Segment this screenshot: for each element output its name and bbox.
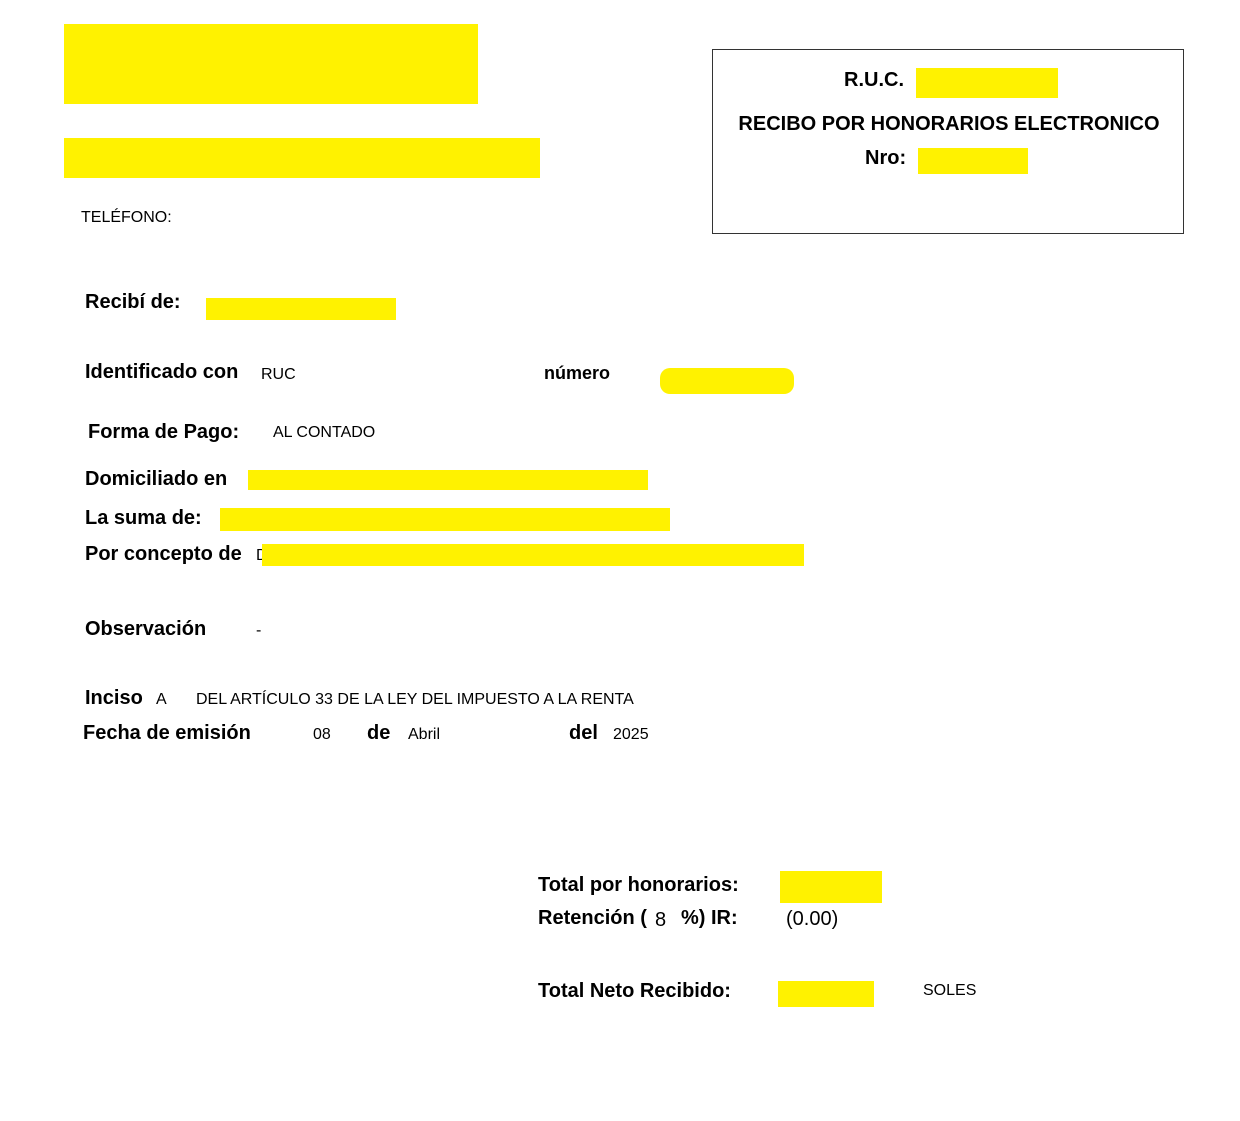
telefono-label: TELÉFONO: bbox=[81, 209, 172, 226]
retencion-label-post: %) IR: bbox=[681, 907, 738, 929]
fecha-year: 2025 bbox=[613, 726, 649, 743]
concepto-redaction bbox=[262, 544, 804, 566]
total-honorarios-redaction bbox=[780, 871, 882, 903]
concepto-label: Por concepto de bbox=[85, 543, 242, 565]
suma-label: La suma de: bbox=[85, 507, 202, 529]
total-honorarios-label: Total por honorarios: bbox=[538, 874, 739, 896]
numero-redaction bbox=[660, 368, 794, 394]
identificado-label: Identificado con bbox=[85, 361, 239, 383]
fecha-de-label: de bbox=[367, 722, 391, 744]
fecha-del-label: del bbox=[569, 722, 598, 744]
recibi-redaction bbox=[206, 298, 396, 320]
nro-label: Nro: bbox=[865, 147, 907, 169]
nro-redaction bbox=[918, 148, 1028, 174]
identificado-value: RUC bbox=[261, 366, 296, 383]
retencion-value: (0.00) bbox=[786, 908, 839, 930]
suma-redaction bbox=[220, 508, 670, 531]
retencion-pct: 8 bbox=[655, 909, 667, 931]
issuer-address-redaction bbox=[64, 138, 540, 178]
inciso-value: A bbox=[156, 691, 167, 708]
ruc-label: R.U.C. bbox=[844, 69, 904, 91]
observacion-label: Observación bbox=[85, 618, 207, 640]
observacion-value: - bbox=[256, 622, 262, 639]
recibi-label: Recibí de: bbox=[85, 291, 181, 313]
domiciliado-label: Domiciliado en bbox=[85, 468, 228, 490]
fecha-month: Abril bbox=[408, 726, 441, 743]
issuer-name-redaction bbox=[64, 24, 478, 104]
ruc-number-redaction bbox=[916, 68, 1058, 98]
forma-pago-label: Forma de Pago: bbox=[88, 421, 240, 443]
total-neto-label: Total Neto Recibido: bbox=[538, 980, 731, 1002]
total-neto-redaction bbox=[778, 981, 874, 1007]
fecha-label: Fecha de emisión bbox=[83, 722, 251, 744]
receipt-title: RECIBO POR HONORARIOS ELECTRONICO bbox=[738, 113, 1160, 135]
domiciliado-redaction bbox=[248, 470, 648, 490]
fecha-day: 08 bbox=[313, 726, 331, 743]
retencion-label-pre: Retención ( bbox=[538, 907, 647, 929]
forma-pago-value: AL CONTADO bbox=[273, 424, 376, 441]
numero-label: número bbox=[544, 363, 611, 383]
inciso-label: Inciso bbox=[85, 687, 143, 709]
currency-label: SOLES bbox=[923, 982, 977, 999]
inciso-text: DEL ARTÍCULO 33 DE LA LEY DEL IMPUESTO A… bbox=[196, 691, 634, 708]
